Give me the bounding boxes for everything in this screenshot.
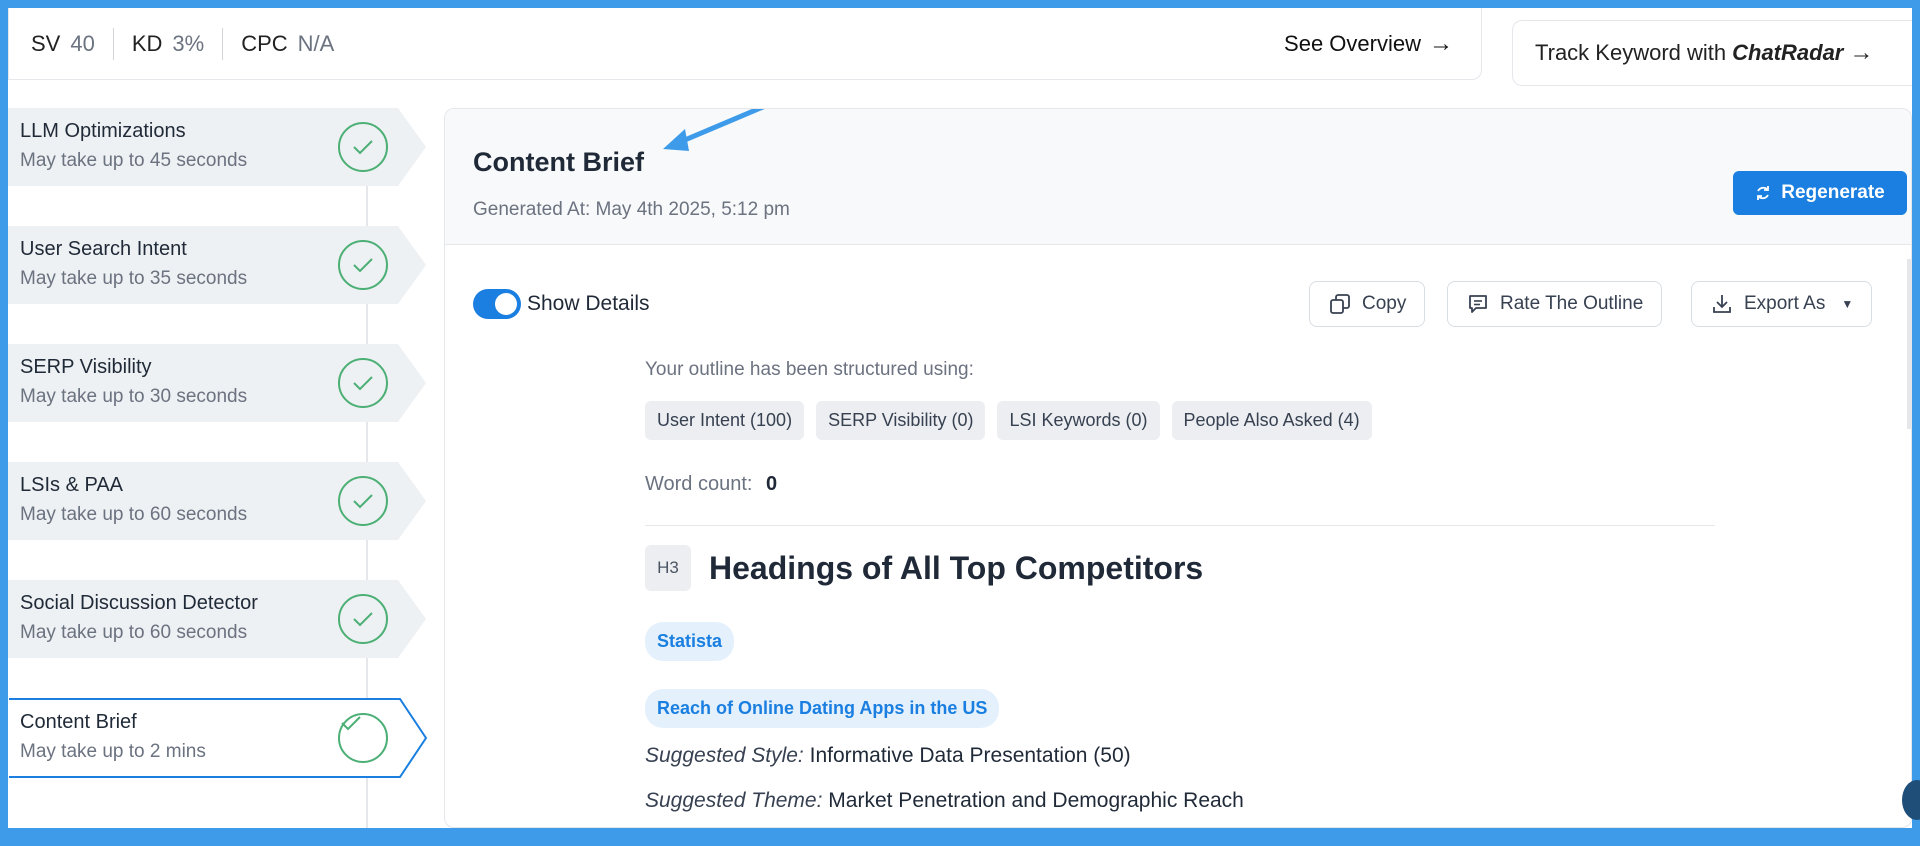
show-details-label: Show Details xyxy=(527,292,650,315)
step-serp-visibility[interactable]: SERP Visibility May take up to 30 second… xyxy=(8,344,426,422)
check-icon xyxy=(338,476,388,526)
step-title: LSIs & PAA xyxy=(20,474,124,496)
word-count-label: Word count: xyxy=(645,473,753,495)
heading-level-badge: H3 xyxy=(645,545,691,591)
step-subtitle: May take up to 45 seconds xyxy=(20,150,248,171)
annotation-arrow-icon xyxy=(663,109,765,151)
rate-outline-label: Rate The Outline xyxy=(1500,293,1644,314)
topic-tag: Reach of Online Dating Apps in the US xyxy=(645,689,1000,728)
step-title: LLM Optimizations xyxy=(20,120,186,142)
metric-label: SV xyxy=(31,30,61,56)
step-social-discussion-detector[interactable]: Social Discussion Detector May take up t… xyxy=(8,580,426,658)
step-subtitle: May take up to 60 seconds xyxy=(20,504,248,525)
check-icon xyxy=(338,358,388,408)
source-tag: Statista xyxy=(645,622,735,661)
metric-label: CPC xyxy=(241,30,288,56)
step-title: Content Brief xyxy=(20,711,137,733)
step-title: SERP Visibility xyxy=(20,356,152,378)
step-lsis-paa[interactable]: LSIs & PAA May take up to 60 seconds xyxy=(8,462,426,540)
suggested-style-value: Informative Data Presentation (50) xyxy=(809,744,1131,767)
word-count-value: 0 xyxy=(766,473,778,495)
suggested-style-label: Suggested Style: xyxy=(645,744,804,767)
copy-icon xyxy=(1330,294,1350,314)
chip-people-also-asked: People Also Asked (4) xyxy=(1171,401,1372,440)
step-subtitle: May take up to 35 seconds xyxy=(20,268,248,289)
chip-serp-visibility: SERP Visibility (0) xyxy=(816,401,986,440)
metric-label: KD xyxy=(131,30,163,56)
check-icon xyxy=(338,594,388,644)
regenerate-button[interactable]: Regenerate xyxy=(1733,171,1907,215)
metric-value: 40 xyxy=(70,30,95,56)
step-title: Social Discussion Detector xyxy=(20,592,258,614)
brand-name: ChatRadar xyxy=(1732,40,1844,65)
suggested-theme: Suggested Theme: Market Penetration and … xyxy=(645,789,1244,813)
check-icon xyxy=(338,713,388,763)
outline-source-chips: User Intent (100) SERP Visibility (0) LS… xyxy=(645,401,1372,440)
metric-sv: SV 40 xyxy=(31,31,95,57)
suggested-style: Suggested Style: Informative Data Presen… xyxy=(645,744,1131,768)
export-as-dropdown[interactable]: Export As ▼ xyxy=(1691,281,1873,327)
step-title: User Search Intent xyxy=(20,238,187,260)
scrollbar[interactable] xyxy=(1907,259,1911,429)
suggested-theme-value: Market Penetration and Demographic Reach xyxy=(828,789,1244,812)
content-brief-panel: Content Brief Generated At: May 4th 2025… xyxy=(444,108,1912,828)
page-title: Content Brief xyxy=(473,147,644,177)
download-icon xyxy=(1713,295,1731,313)
track-keyword-button[interactable]: Track Keyword with ChatRadar → xyxy=(1512,20,1912,86)
divider xyxy=(222,27,224,60)
see-overview-label: See Overview xyxy=(1284,31,1421,56)
refresh-icon xyxy=(1757,186,1770,200)
divider xyxy=(112,27,114,60)
show-details-toggle[interactable] xyxy=(473,289,521,319)
export-as-label: Export As xyxy=(1744,293,1826,314)
word-count: Word count: 0 xyxy=(645,473,777,496)
metric-value: N/A xyxy=(297,30,335,56)
comment-icon xyxy=(1469,295,1487,313)
outline-intro: Your outline has been structured using: xyxy=(645,359,974,380)
keyword-metrics-bar: SV 40 KD 3% CPC N/A See Overview → xyxy=(8,8,1482,80)
regenerate-label: Regenerate xyxy=(1781,182,1885,203)
suggested-theme-label: Suggested Theme: xyxy=(645,789,823,812)
step-llm-optimizations[interactable]: LLM Optimizations May take up to 45 seco… xyxy=(8,108,426,186)
metric-cpc: CPC N/A xyxy=(241,31,334,57)
copy-button[interactable]: Copy xyxy=(1309,281,1426,327)
outline-heading: Headings of All Top Competitors xyxy=(709,550,1204,586)
generated-at-text: Generated At: May 4th 2025, 5:12 pm xyxy=(473,199,790,220)
caret-down-icon: ▼ xyxy=(1841,297,1854,311)
step-subtitle: May take up to 30 seconds xyxy=(20,386,248,407)
check-icon xyxy=(338,240,388,290)
step-content-brief[interactable]: Content Brief May take up to 2 mins xyxy=(8,698,428,778)
step-subtitle: May take up to 2 mins xyxy=(20,741,206,762)
copy-label: Copy xyxy=(1362,293,1407,314)
divider xyxy=(645,525,1715,526)
metric-value: 3% xyxy=(172,30,205,56)
rate-outline-button[interactable]: Rate The Outline xyxy=(1447,281,1663,327)
chip-lsi-keywords: LSI Keywords (0) xyxy=(997,401,1160,440)
track-keyword-label: Track Keyword with xyxy=(1535,40,1727,65)
metric-kd: KD 3% xyxy=(132,31,204,57)
app-frame: SV 40 KD 3% CPC N/A See Overview → Track… xyxy=(8,8,1912,828)
arrow-right-icon: → xyxy=(1849,39,1874,66)
check-icon xyxy=(338,122,388,172)
step-subtitle: May take up to 60 seconds xyxy=(20,622,248,643)
chip-user-intent: User Intent (100) xyxy=(645,401,805,440)
see-overview-link[interactable]: See Overview → xyxy=(1284,30,1453,58)
arrow-right-icon: → xyxy=(1429,30,1453,57)
step-user-search-intent[interactable]: User Search Intent May take up to 35 sec… xyxy=(8,226,426,304)
